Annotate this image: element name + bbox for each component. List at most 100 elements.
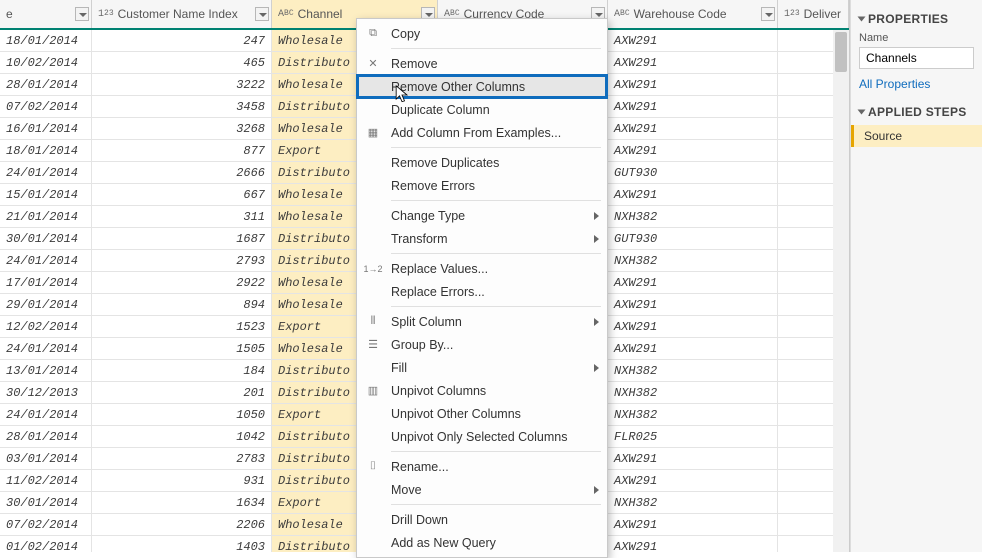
cell-index: 1403 xyxy=(92,536,272,552)
cell-index: 184 xyxy=(92,360,272,381)
ctx-label: Remove Errors xyxy=(391,179,475,193)
cell-date: 10/02/2014 xyxy=(0,52,92,73)
step-source[interactable]: Source xyxy=(851,125,982,147)
cell-index: 877 xyxy=(92,140,272,161)
ctx-unpivot-selected[interactable]: Unpivot Only Selected Columns xyxy=(357,425,607,448)
col-label: Deliver xyxy=(804,7,841,21)
col-header-deliver[interactable]: 123 Deliver xyxy=(778,0,849,28)
submenu-arrow-icon xyxy=(594,364,599,372)
col-label: Customer Name Index xyxy=(118,7,238,21)
col-header-date[interactable]: e xyxy=(0,0,92,28)
cell-date: 11/02/2014 xyxy=(0,470,92,491)
ctx-label: Add Column From Examples... xyxy=(391,126,561,140)
cell-date: 29/01/2014 xyxy=(0,294,92,315)
cell-index: 2793 xyxy=(92,250,272,271)
cell-index: 1523 xyxy=(92,316,272,337)
ctx-remove-duplicates[interactable]: Remove Duplicates xyxy=(357,151,607,174)
col-label: Warehouse Code xyxy=(634,7,727,21)
separator xyxy=(391,306,601,307)
cell-warehouse: AXW291 xyxy=(608,30,778,51)
ctx-group-by[interactable]: ☰ Group By... xyxy=(357,333,607,356)
cell-index: 201 xyxy=(92,382,272,403)
ctx-label: Split Column xyxy=(391,315,462,329)
cell-date: 18/01/2014 xyxy=(0,30,92,51)
ctx-label: Duplicate Column xyxy=(391,103,490,117)
numeric-type-icon: 123 xyxy=(98,9,114,20)
ctx-add-column-examples[interactable]: ▦ Add Column From Examples... xyxy=(357,121,607,144)
filter-dropdown-icon[interactable] xyxy=(255,7,269,21)
cell-warehouse: NXH382 xyxy=(608,382,778,403)
submenu-arrow-icon xyxy=(594,235,599,243)
unpivot-icon: ▥ xyxy=(365,383,381,399)
ctx-remove-errors[interactable]: Remove Errors xyxy=(357,174,607,197)
ctx-label: Drill Down xyxy=(391,513,448,527)
ctx-drill-down[interactable]: Drill Down xyxy=(357,508,607,531)
ctx-unpivot-other[interactable]: Unpivot Other Columns xyxy=(357,402,607,425)
ctx-move[interactable]: Move xyxy=(357,478,607,501)
column-context-menu: ⧉ Copy ✕ Remove Remove Other Columns Dup… xyxy=(356,18,608,558)
submenu-arrow-icon xyxy=(594,212,599,220)
cell-date: 07/02/2014 xyxy=(0,96,92,117)
ctx-change-type[interactable]: Change Type xyxy=(357,204,607,227)
ctx-duplicate-column[interactable]: Duplicate Column xyxy=(357,98,607,121)
filter-dropdown-icon[interactable] xyxy=(761,7,775,21)
cell-date: 28/01/2014 xyxy=(0,74,92,95)
cell-warehouse: AXW291 xyxy=(608,140,778,161)
split-icon: ⦀ xyxy=(365,314,381,330)
ctx-label: Add as New Query xyxy=(391,536,496,550)
col-label: Channel xyxy=(298,7,343,21)
add-column-icon: ▦ xyxy=(365,125,381,141)
cell-date: 18/01/2014 xyxy=(0,140,92,161)
cell-index: 667 xyxy=(92,184,272,205)
ctx-unpivot-columns[interactable]: ▥ Unpivot Columns xyxy=(357,379,607,402)
all-properties-link[interactable]: All Properties xyxy=(859,77,974,91)
ctx-label: Transform xyxy=(391,232,448,246)
vertical-scrollbar[interactable] xyxy=(833,30,849,552)
cell-index: 894 xyxy=(92,294,272,315)
ctx-rename[interactable]: ⌷ Rename... xyxy=(357,455,607,478)
cell-warehouse: NXH382 xyxy=(608,250,778,271)
rename-icon: ⌷ xyxy=(365,459,381,475)
ctx-fill[interactable]: Fill xyxy=(357,356,607,379)
ctx-label: Fill xyxy=(391,361,407,375)
ctx-transform[interactable]: Transform xyxy=(357,227,607,250)
ctx-label: Copy xyxy=(391,27,420,41)
cell-warehouse: AXW291 xyxy=(608,184,778,205)
ctx-replace-values[interactable]: 1→2 Replace Values... xyxy=(357,257,607,280)
cell-index: 2206 xyxy=(92,514,272,535)
cell-warehouse: NXH382 xyxy=(608,206,778,227)
cell-warehouse: AXW291 xyxy=(608,96,778,117)
ctx-label: Move xyxy=(391,483,422,497)
separator xyxy=(391,504,601,505)
ctx-remove-other-columns[interactable]: Remove Other Columns xyxy=(357,75,607,98)
cell-index: 465 xyxy=(92,52,272,73)
cell-date: 24/01/2014 xyxy=(0,162,92,183)
ctx-add-as-new-query[interactable]: Add as New Query xyxy=(357,531,607,554)
cell-date: 07/02/2014 xyxy=(0,514,92,535)
ctx-label: Group By... xyxy=(391,338,453,352)
filter-dropdown-icon[interactable] xyxy=(75,7,89,21)
separator xyxy=(391,451,601,452)
ctx-copy[interactable]: ⧉ Copy xyxy=(357,22,607,45)
cell-index: 2783 xyxy=(92,448,272,469)
query-name-input[interactable] xyxy=(859,47,974,69)
separator xyxy=(391,48,601,49)
cell-warehouse: AXW291 xyxy=(608,52,778,73)
separator xyxy=(391,200,601,201)
ctx-remove[interactable]: ✕ Remove xyxy=(357,52,607,75)
numeric-type-icon: 123 xyxy=(784,9,800,20)
col-header-index[interactable]: 123 Customer Name Index xyxy=(92,0,272,28)
cell-warehouse: AXW291 xyxy=(608,338,778,359)
ctx-replace-errors[interactable]: Replace Errors... xyxy=(357,280,607,303)
scrollbar-thumb[interactable] xyxy=(835,32,847,72)
ctx-label: Rename... xyxy=(391,460,449,474)
ctx-split-column[interactable]: ⦀ Split Column xyxy=(357,310,607,333)
cell-index: 247 xyxy=(92,30,272,51)
cell-warehouse: AXW291 xyxy=(608,74,778,95)
cell-date: 24/01/2014 xyxy=(0,250,92,271)
col-header-warehouse[interactable]: ABC Warehouse Code xyxy=(608,0,778,28)
separator xyxy=(391,147,601,148)
cell-warehouse: AXW291 xyxy=(608,514,778,535)
cell-warehouse: AXW291 xyxy=(608,272,778,293)
ctx-label: Unpivot Other Columns xyxy=(391,407,521,421)
